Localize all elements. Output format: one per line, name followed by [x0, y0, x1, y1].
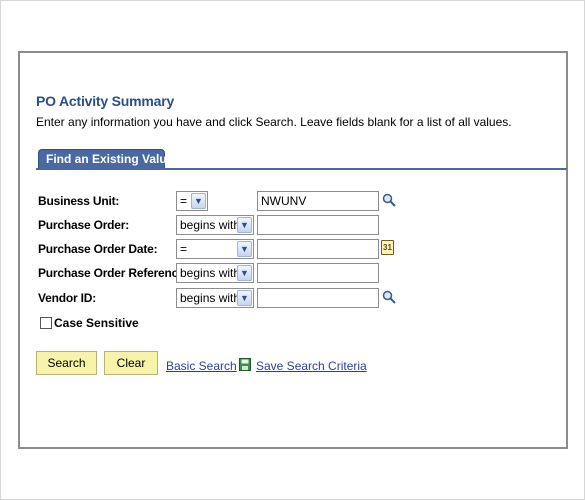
vendor-id-input[interactable]	[257, 288, 379, 308]
purchase-order-input[interactable]	[257, 215, 379, 235]
search-panel: PO Activity Summary Enter any informatio…	[18, 51, 568, 449]
chevron-down-icon[interactable]: ▼	[191, 193, 206, 209]
business-unit-label: Business Unit:	[38, 194, 120, 208]
field-row-purchase-order-reference: Purchase Order Reference: begins with ▼	[20, 263, 566, 283]
chevron-down-icon[interactable]: ▼	[237, 241, 252, 257]
case-sensitive-checkbox[interactable]	[40, 317, 52, 329]
purchase-order-label: Purchase Order:	[38, 218, 130, 232]
calendar-icon[interactable]: 31	[381, 240, 394, 255]
purchase-order-reference-input[interactable]	[257, 263, 379, 283]
business-unit-operator-select[interactable]: = ▼	[176, 191, 208, 211]
vendor-id-label: Vendor ID:	[38, 291, 97, 305]
business-unit-operator-value: =	[180, 194, 188, 208]
purchase-order-date-input[interactable]	[257, 239, 379, 259]
chevron-down-icon[interactable]: ▼	[237, 217, 252, 233]
purchase-order-reference-operator-value: begins with	[180, 266, 241, 280]
purchase-order-reference-operator-select[interactable]: begins with ▼	[176, 263, 254, 283]
field-row-purchase-order: Purchase Order: begins with ▼	[20, 215, 566, 235]
chevron-down-icon[interactable]: ▼	[237, 290, 252, 306]
tab-find-existing-value[interactable]: Find an Existing Value	[38, 149, 173, 169]
purchase-order-date-operator-value: =	[180, 242, 188, 256]
vendor-id-operator-value: begins with	[180, 291, 241, 305]
lookup-icon[interactable]	[382, 193, 396, 207]
business-unit-input[interactable]: NWUNV	[257, 191, 379, 211]
basic-search-link[interactable]: Basic Search	[166, 359, 237, 373]
lookup-icon[interactable]	[382, 290, 396, 304]
save-icon	[239, 358, 251, 371]
purchase-order-date-label: Purchase Order Date:	[38, 242, 158, 256]
field-row-vendor-id: Vendor ID: begins with ▼	[20, 288, 566, 308]
field-row-purchase-order-date: Purchase Order Date: = ▼ 31	[20, 239, 566, 259]
page-title: PO Activity Summary	[36, 93, 175, 109]
page-background: PO Activity Summary Enter any informatio…	[0, 0, 585, 500]
save-search-criteria-link[interactable]: Save Search Criteria	[256, 359, 367, 373]
purchase-order-operator-value: begins with	[180, 218, 241, 232]
purchase-order-date-operator-select[interactable]: = ▼	[176, 239, 254, 259]
case-sensitive-label: Case Sensitive	[54, 316, 139, 330]
purchase-order-reference-label: Purchase Order Reference:	[38, 266, 189, 280]
page-instructions: Enter any information you have and click…	[36, 115, 512, 129]
purchase-order-operator-select[interactable]: begins with ▼	[176, 215, 254, 235]
search-button[interactable]: Search	[36, 351, 97, 375]
chevron-down-icon[interactable]: ▼	[237, 265, 252, 281]
field-row-business-unit: Business Unit: = ▼ NWUNV	[20, 191, 566, 211]
vendor-id-operator-select[interactable]: begins with ▼	[176, 288, 254, 308]
clear-button[interactable]: Clear	[104, 351, 158, 375]
tab-divider	[36, 168, 567, 170]
